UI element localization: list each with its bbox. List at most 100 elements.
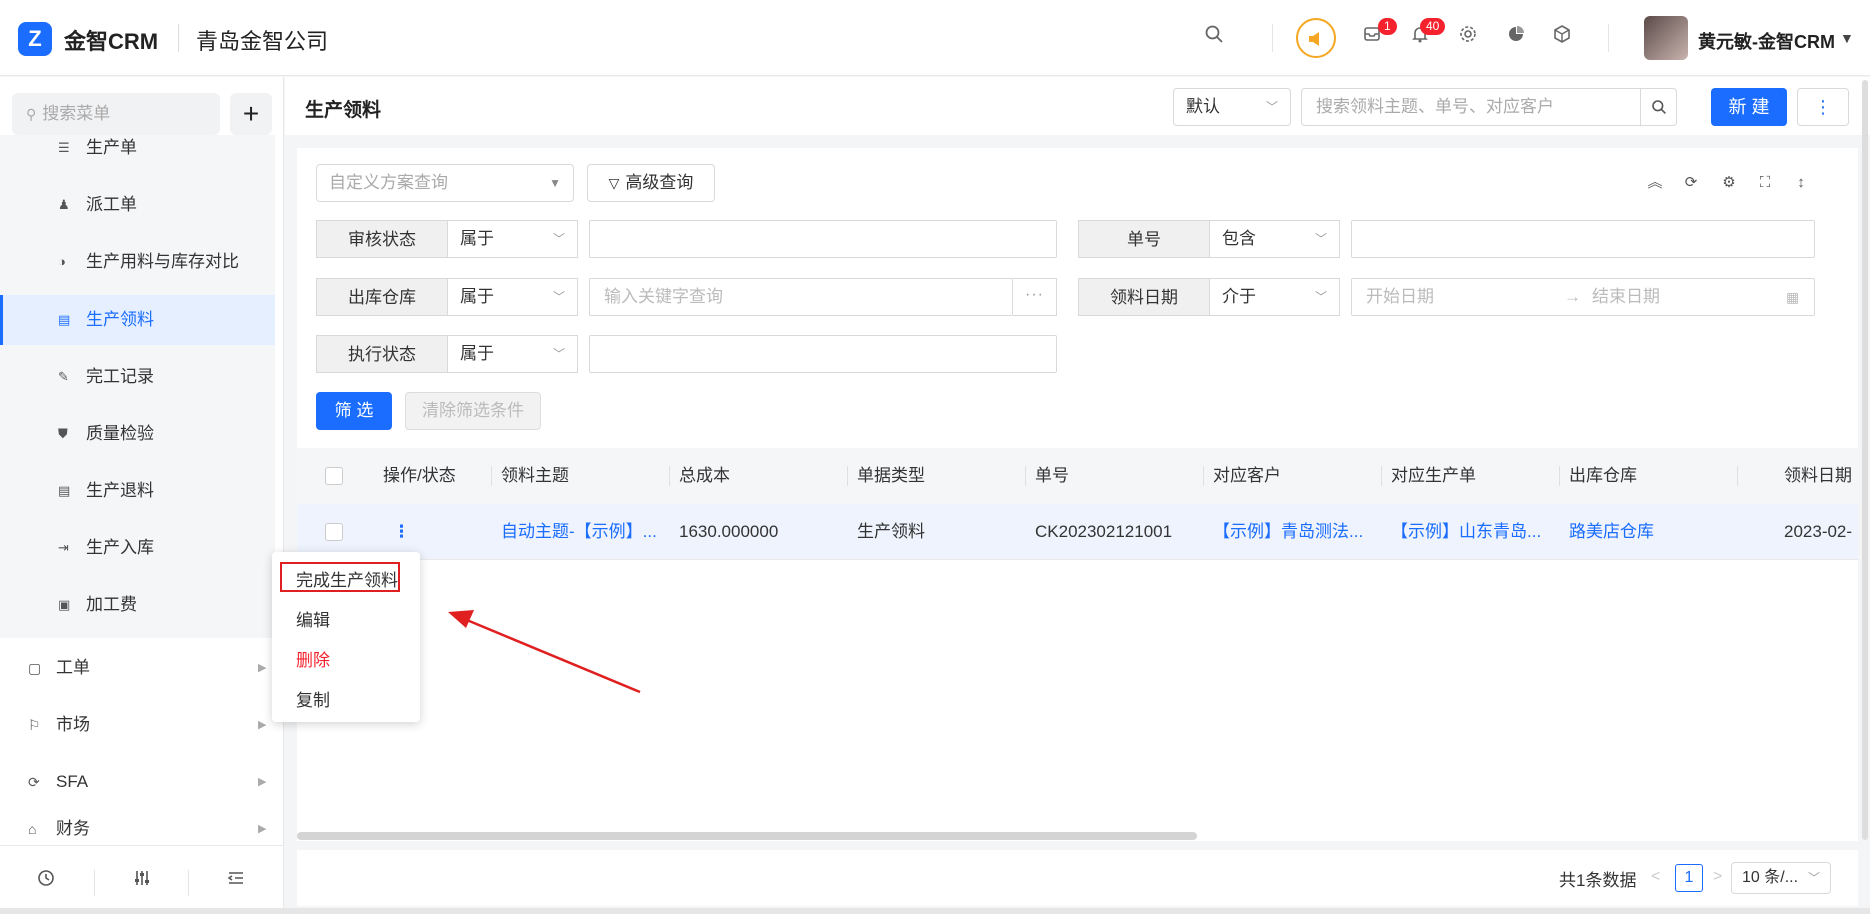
next-page-icon[interactable]: > (1713, 868, 1722, 886)
sidebar-item-production-picking[interactable]: ▤ 生产领料 (0, 295, 275, 345)
cube-icon[interactable] (1548, 24, 1576, 52)
filter-op-value: 属于 (460, 229, 494, 248)
column-divider[interactable] (1381, 466, 1382, 486)
collapse-up-icon[interactable]: ︽ (1645, 173, 1665, 193)
caret-down-icon: ▼ (549, 176, 561, 190)
cell-subject[interactable]: 自动主题-【示例】... (501, 504, 661, 560)
search-button[interactable] (1641, 88, 1677, 126)
cell-customer[interactable]: 【示例】青岛测法... (1213, 504, 1373, 560)
speaker-icon[interactable] (1296, 18, 1336, 58)
page-size-select[interactable]: 10 条/... ﹀ (1731, 862, 1831, 894)
warehouse-input[interactable]: 输入关键字查询 (589, 278, 1013, 316)
horizontal-scrollbar[interactable] (297, 832, 1197, 840)
clear-filter-button[interactable]: 清除筛选条件 (405, 392, 541, 430)
sliders-icon[interactable] (128, 868, 156, 896)
view-select[interactable]: 默认 ﹀ (1173, 88, 1291, 126)
filter-button[interactable]: 筛 选 (316, 392, 392, 430)
pagination: 共1条数据 < 1 > 10 条/... ﹀ (297, 850, 1858, 906)
prev-page-icon[interactable]: < (1651, 868, 1660, 886)
calendar-icon: ▦ (1786, 289, 1800, 305)
select-all-checkbox[interactable] (325, 467, 343, 485)
row-context-menu: 完成生产领料 编辑 删除 复制 (272, 552, 420, 722)
column-header[interactable]: 单据类型 (857, 448, 925, 504)
page-title: 生产领料 (305, 100, 382, 121)
sidebar-item-quality[interactable]: ⛊ 质量检验 (0, 409, 275, 459)
menu-item-edit[interactable]: 编辑 (296, 606, 330, 631)
settings-icon[interactable]: ⚙ (1719, 173, 1739, 193)
filter-op-select[interactable]: 属于 ﹀ (448, 278, 578, 316)
sidebar-item-compare[interactable]: ◑ 生产用料与库存对比 (0, 237, 275, 287)
chart-icon[interactable] (1502, 24, 1530, 52)
scheme-select[interactable]: 自定义方案查询 ▼ (316, 164, 574, 202)
row-height-icon[interactable]: ↕ (1791, 173, 1811, 193)
cell-production-order[interactable]: 【示例】山东青岛... (1391, 504, 1551, 560)
sidebar-group-label: SFA (56, 772, 89, 791)
refresh-icon[interactable]: ⟳ (1681, 173, 1701, 193)
table-row[interactable]: ⋮ 自动主题-【示例】... 1630.000000 生产领料 CK202302… (297, 504, 1858, 560)
filter-op-select[interactable]: 介于 ﹀ (1210, 278, 1340, 316)
search-icon: ⚲ (26, 106, 37, 122)
collapse-menu-icon[interactable] (222, 868, 250, 896)
divider (1608, 24, 1609, 52)
chevron-down-icon: ﹀ (1314, 290, 1327, 304)
record-search-input[interactable]: 搜索领料主题、单号、对应客户 (1301, 88, 1641, 126)
column-divider[interactable] (1737, 466, 1738, 486)
caret-right-icon: ▶ (258, 719, 267, 731)
row-checkbox[interactable] (325, 523, 343, 541)
history-icon[interactable] (32, 868, 60, 896)
gear-icon[interactable] (1454, 24, 1482, 52)
column-divider[interactable] (1559, 466, 1560, 486)
date-range-picker[interactable]: 开始日期 → 结束日期 ▦ (1351, 278, 1815, 316)
exec-status-input[interactable] (589, 335, 1057, 373)
sidebar-group-finance[interactable]: ⌂ 财务 ▶ (0, 814, 275, 844)
advanced-query-button[interactable]: ▽ 高级查询 (587, 164, 715, 202)
column-divider[interactable] (669, 466, 670, 486)
sfa-icon: ⟳ (28, 774, 40, 790)
filter-op-select[interactable]: 属于 ﹀ (448, 335, 578, 373)
number-input[interactable] (1351, 220, 1815, 258)
sidebar-group-sfa[interactable]: ⟳ SFA ▶ (0, 757, 275, 807)
sidebar-group-label: 财务 (56, 819, 90, 838)
avatar[interactable] (1644, 16, 1688, 60)
sidebar-item-stock-in[interactable]: ⇥ 生产入库 (0, 523, 275, 573)
filter-op-select[interactable]: 包含 ﹀ (1210, 220, 1340, 258)
more-actions-button[interactable]: ⋮ (1797, 88, 1849, 126)
column-header[interactable]: 总成本 (679, 448, 730, 504)
cell-warehouse[interactable]: 路美店仓库 (1569, 504, 1654, 560)
sidebar-item-dispatch[interactable]: ♟ 派工单 (0, 180, 275, 230)
column-header[interactable]: 领料日期 (1784, 448, 1852, 504)
filter-op-select[interactable]: 属于 ﹀ (448, 220, 578, 258)
table-header: 操作/状态 领料主题 总成本 单据类型 单号 对应客户 对应生产单 出库仓库 领… (297, 448, 1858, 504)
new-button[interactable]: 新 建 (1711, 88, 1787, 126)
warehouse-picker-button[interactable]: ··· (1013, 278, 1057, 316)
menu-item-delete[interactable]: 删除 (296, 646, 330, 671)
username[interactable]: 黄元敏-金智CRM (1698, 28, 1835, 54)
column-divider[interactable] (1025, 466, 1026, 486)
sidebar-item-production-order[interactable]: ☰ 生产单 (0, 123, 275, 173)
sidebar-group-market[interactable]: ⚐ 市场 ▶ (0, 700, 275, 750)
menu-item-complete-picking[interactable]: 完成生产领料 (296, 566, 398, 591)
column-header[interactable]: 单号 (1035, 448, 1069, 504)
column-header[interactable]: 对应客户 (1213, 448, 1281, 504)
divider (1272, 24, 1273, 52)
column-divider[interactable] (847, 466, 848, 486)
column-divider[interactable] (491, 466, 492, 486)
page-number[interactable]: 1 (1675, 864, 1703, 892)
column-header[interactable]: 对应生产单 (1391, 448, 1476, 504)
column-header[interactable]: 操作/状态 (383, 448, 456, 504)
review-status-input[interactable] (589, 220, 1057, 258)
sidebar-item-fee[interactable]: ▣ 加工费 (0, 580, 275, 630)
sidebar-group-ticket[interactable]: ▢ 工单 ▶ (0, 643, 275, 693)
column-header[interactable]: 领料主题 (501, 448, 569, 504)
menu-item-copy[interactable]: 复制 (296, 686, 330, 711)
fullscreen-icon[interactable]: ⛶ (1755, 173, 1775, 193)
scheme-placeholder: 自定义方案查询 (329, 173, 448, 192)
search-icon[interactable] (1200, 24, 1228, 52)
column-divider[interactable] (1203, 466, 1204, 486)
sidebar-item-return[interactable]: ▤ 生产退料 (0, 466, 275, 516)
chevron-down-icon[interactable]: ▼ (1840, 30, 1854, 46)
logo-icon[interactable]: Z (18, 22, 52, 56)
column-header[interactable]: 出库仓库 (1569, 448, 1637, 504)
vertical-scrollbar[interactable] (1862, 80, 1868, 840)
sidebar-item-completion[interactable]: ✎ 完工记录 (0, 352, 275, 402)
